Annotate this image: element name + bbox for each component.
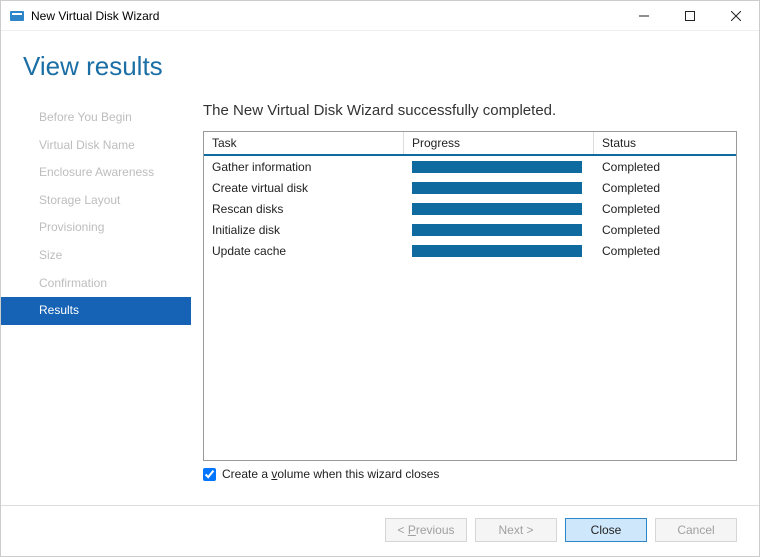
table-row: Update cache Completed: [204, 240, 736, 261]
progress-cell: [404, 245, 594, 257]
table-row: Create virtual disk Completed: [204, 177, 736, 198]
status-cell: Completed: [594, 202, 736, 216]
page-title: View results: [23, 51, 759, 82]
sidebar-item-before-you-begin: Before You Begin: [1, 104, 191, 132]
status-cell: Completed: [594, 160, 736, 174]
wizard-steps-sidebar: Before You Begin Virtual Disk Name Enclo…: [1, 96, 191, 505]
table-row: Gather information Completed: [204, 156, 736, 177]
progress-bar: [412, 224, 582, 236]
column-header-status[interactable]: Status: [594, 132, 736, 154]
progress-cell: [404, 224, 594, 236]
table-row: Rescan disks Completed: [204, 198, 736, 219]
status-cell: Completed: [594, 181, 736, 195]
progress-cell: [404, 161, 594, 173]
sidebar-item-storage-layout: Storage Layout: [1, 187, 191, 215]
column-header-progress[interactable]: Progress: [404, 132, 594, 154]
progress-cell: [404, 182, 594, 194]
create-volume-checkbox[interactable]: [203, 468, 216, 481]
create-volume-label: Create a volume when this wizard closes: [222, 467, 439, 481]
sidebar-item-results[interactable]: Results: [1, 297, 191, 325]
task-cell: Update cache: [204, 244, 404, 258]
progress-bar: [412, 203, 582, 215]
status-cell: Completed: [594, 244, 736, 258]
sidebar-item-size: Size: [1, 242, 191, 270]
status-cell: Completed: [594, 223, 736, 237]
progress-bar: [412, 245, 582, 257]
progress-bar: [412, 182, 582, 194]
close-button[interactable]: Close: [565, 518, 647, 542]
wizard-footer: < Previous Next > Close Cancel: [1, 505, 759, 556]
column-header-task[interactable]: Task: [204, 132, 404, 154]
main-panel: The New Virtual Disk Wizard successfully…: [191, 96, 759, 505]
window-title: New Virtual Disk Wizard: [31, 9, 621, 23]
sidebar-item-provisioning: Provisioning: [1, 214, 191, 242]
results-table: Task Progress Status Gather information …: [203, 131, 737, 461]
sidebar-item-enclosure-awareness: Enclosure Awareness: [1, 159, 191, 187]
cancel-button: Cancel: [655, 518, 737, 542]
task-cell: Rescan disks: [204, 202, 404, 216]
sidebar-item-virtual-disk-name: Virtual Disk Name: [1, 132, 191, 160]
progress-cell: [404, 203, 594, 215]
next-button: Next >: [475, 518, 557, 542]
task-cell: Gather information: [204, 160, 404, 174]
table-row: Initialize disk Completed: [204, 219, 736, 240]
app-icon: [9, 8, 25, 24]
create-volume-checkbox-row[interactable]: Create a volume when this wizard closes: [203, 461, 737, 487]
previous-button: < Previous: [385, 518, 467, 542]
progress-bar: [412, 161, 582, 173]
close-window-button[interactable]: [713, 1, 759, 30]
titlebar: New Virtual Disk Wizard: [1, 1, 759, 31]
result-message: The New Virtual Disk Wizard successfully…: [203, 102, 737, 119]
task-cell: Initialize disk: [204, 223, 404, 237]
table-header: Task Progress Status: [204, 132, 736, 156]
task-cell: Create virtual disk: [204, 181, 404, 195]
sidebar-item-confirmation: Confirmation: [1, 270, 191, 298]
minimize-button[interactable]: [621, 1, 667, 30]
wizard-header: View results: [1, 31, 759, 90]
maximize-button[interactable]: [667, 1, 713, 30]
window-controls: [621, 1, 759, 30]
